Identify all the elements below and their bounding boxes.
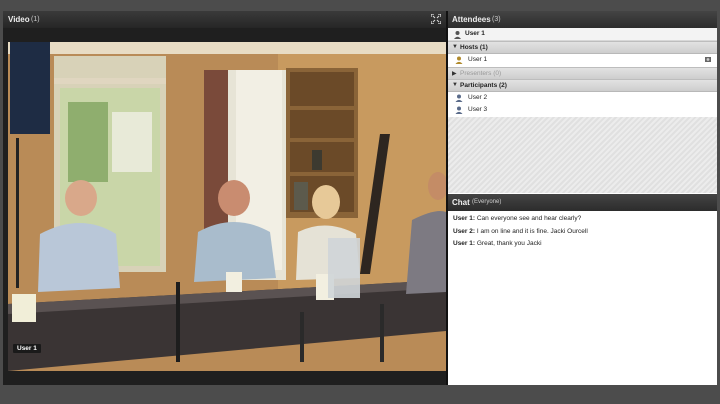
attendee-name: User 2 xyxy=(468,94,488,101)
user-role-icon[interactable] xyxy=(453,30,462,39)
chat-message: User 1: Great, thank you Jacki xyxy=(453,240,542,247)
attendee-name: User 1 xyxy=(468,56,488,63)
video-pod-title: Video xyxy=(8,15,30,24)
chat-text: I am on line and it is fine. Jacki Ource… xyxy=(475,228,588,235)
attendees-count: (3) xyxy=(492,16,501,23)
chat-sender: User 2: xyxy=(453,228,476,235)
chat-message: User 2: I am on line and it is fine. Jac… xyxy=(453,228,588,235)
host-user-icon xyxy=(455,56,463,64)
video-user-label: User 1 xyxy=(13,344,41,353)
attendee-row[interactable]: User 3 xyxy=(448,104,717,116)
attendee-row[interactable]: User 1 xyxy=(448,54,717,66)
video-frame-image xyxy=(8,42,446,371)
participant-user-icon xyxy=(455,94,463,102)
chat-sender: User 1: xyxy=(453,240,476,247)
chat-sender: User 1: xyxy=(453,215,476,222)
attendees-toolbar: User 1 xyxy=(448,28,717,41)
screen-background: Video (1) User 1 Attendees (3) User 1 ▼ … xyxy=(0,0,720,404)
attendee-group-participants[interactable]: ▼ Participants (2) xyxy=(448,79,717,92)
attendees-pod-title: Attendees xyxy=(452,15,491,24)
chat-text: Can everyone see and hear clearly? xyxy=(475,215,582,222)
chat-scope-label[interactable]: (Everyone) xyxy=(472,199,501,205)
attendee-group-label: Presenters (0) xyxy=(460,69,502,77)
attendee-group-label: Hosts (1) xyxy=(460,43,488,51)
attendee-name: User 3 xyxy=(468,106,488,113)
collapse-arrow-icon[interactable]: ▶ xyxy=(452,70,457,77)
chat-pod-header: Chat (Everyone) xyxy=(448,194,717,211)
current-user-label: User 1 xyxy=(465,30,485,37)
webcam-status-icon xyxy=(705,57,711,62)
chat-pod-title: Chat xyxy=(452,198,470,207)
attendee-group-hosts[interactable]: ▼ Hosts (1) xyxy=(448,41,717,54)
chat-message: User 1: Can everyone see and hear clearl… xyxy=(453,215,581,222)
attendees-pod-header: Attendees (3) xyxy=(448,11,717,28)
attendee-row[interactable]: User 2 xyxy=(448,92,717,104)
chat-text: Great, thank you Jacki xyxy=(475,240,542,247)
expand-arrow-icon[interactable]: ▼ xyxy=(452,44,458,50)
attendee-list-empty-area xyxy=(448,117,717,193)
participant-user-icon xyxy=(455,106,463,114)
chat-message-area[interactable]: User 1: Can everyone see and hear clearl… xyxy=(448,211,717,385)
webcam-video-feed[interactable]: User 1 xyxy=(8,42,446,371)
video-pod-count: (1) xyxy=(31,16,40,23)
attendee-group-label: Participants (2) xyxy=(460,81,507,89)
right-panel: Attendees (3) User 1 ▼ Hosts (1) User 1 … xyxy=(448,11,717,385)
fullscreen-icon[interactable] xyxy=(431,14,441,24)
video-pod-header: Video (1) xyxy=(3,11,446,28)
video-pod: Video (1) User 1 xyxy=(3,11,448,385)
expand-arrow-icon[interactable]: ▼ xyxy=(452,82,458,88)
meeting-room-window: Video (1) User 1 Attendees (3) User 1 ▼ … xyxy=(3,11,717,385)
